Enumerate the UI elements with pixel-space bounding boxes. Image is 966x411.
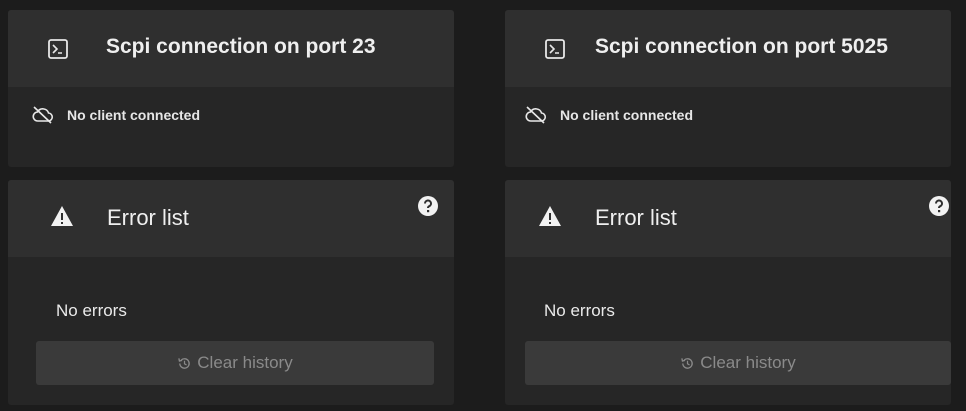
connection-status-text: No client connected [560, 107, 694, 123]
error-list-title: Error list [107, 205, 189, 230]
error-list-header: Error list [8, 180, 454, 257]
clear-history-button[interactable]: Clear history [36, 341, 434, 385]
clear-history-label: Clear history [197, 353, 293, 372]
error-list-title: Error list [595, 205, 677, 230]
no-errors-text: No errors [544, 301, 615, 320]
connection-title: Scpi connection on port 23 [106, 35, 376, 58]
help-icon[interactable] [929, 196, 949, 216]
connection-card: Scpi connection on port 23 No client con… [8, 10, 454, 167]
help-icon[interactable] [418, 196, 438, 216]
connection-title: Scpi connection on port 5025 [595, 35, 888, 58]
connection-card: Scpi connection on port 5025 No client c… [505, 10, 951, 167]
history-icon [681, 357, 694, 369]
dashboard: Scpi connection on port 23 No client con… [0, 0, 966, 411]
error-list-header: Error list [505, 180, 951, 257]
warning-icon [539, 206, 561, 226]
error-list-card: Error list No errors Clear history [505, 180, 951, 405]
terminal-icon [545, 39, 565, 59]
warning-icon [51, 206, 73, 226]
connection-status-text: No client connected [67, 107, 201, 123]
terminal-icon [48, 39, 68, 59]
error-list-card: Error list No errors Clear history [8, 180, 454, 405]
clear-history-button[interactable]: Clear history [525, 341, 951, 385]
connection-card-header: Scpi connection on port 5025 [505, 10, 951, 87]
connection-status: No client connected [525, 106, 693, 124]
cloud-off-icon [525, 106, 547, 124]
connection-status: No client connected [32, 106, 200, 124]
history-icon [178, 357, 191, 369]
connection-card-header: Scpi connection on port 23 [8, 10, 454, 87]
cloud-off-icon [32, 106, 54, 124]
no-errors-text: No errors [56, 301, 127, 320]
clear-history-label: Clear history [700, 353, 796, 372]
